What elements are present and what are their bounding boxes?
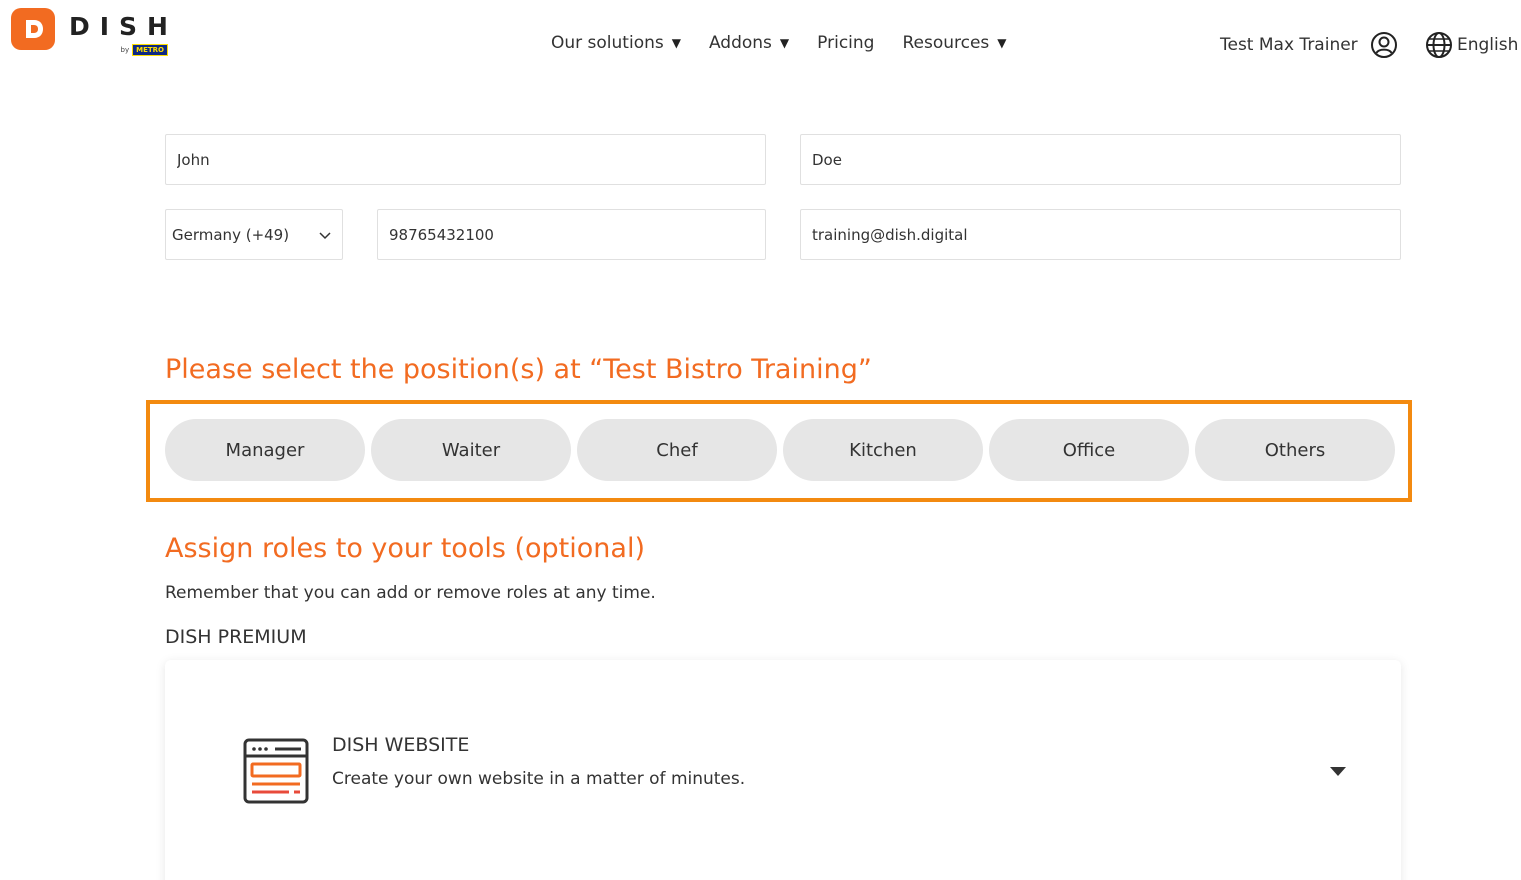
caret-down-icon: ▼ <box>997 36 1007 50</box>
nav-resources[interactable]: Resources ▼ <box>902 33 1006 53</box>
nav-addons[interactable]: Addons ▼ <box>709 33 789 53</box>
user-menu[interactable]: Test Max Trainer <box>1220 31 1398 59</box>
phone-field[interactable] <box>377 209 766 260</box>
main-nav: Our solutions ▼ Addons ▼ Pricing Resourc… <box>551 33 1035 53</box>
last-name-field[interactable] <box>800 134 1401 185</box>
dish-logo[interactable]: DISH by METRO <box>11 8 178 56</box>
nav-label: Addons <box>708 33 772 53</box>
roles-heading: Assign roles to your tools (optional) <box>165 533 645 564</box>
position-manager-button[interactable]: Manager <box>165 419 365 481</box>
email-field[interactable] <box>800 209 1401 260</box>
first-name-input[interactable] <box>177 150 765 169</box>
tool-card-title: DISH WEBSITE <box>332 734 470 756</box>
brand-name: DISH <box>69 12 178 41</box>
nav-pricing[interactable]: Pricing <box>817 33 874 53</box>
nav-our-solutions[interactable]: Our solutions ▼ <box>551 33 681 53</box>
first-name-field[interactable] <box>165 134 766 185</box>
user-name: Test Max Trainer <box>1220 35 1358 55</box>
position-waiter-button[interactable]: Waiter <box>371 419 571 481</box>
email-input[interactable] <box>812 225 1400 244</box>
chevron-down-icon <box>319 231 331 239</box>
metro-badge: METRO <box>132 44 168 56</box>
language-selector[interactable]: English <box>1425 31 1518 59</box>
country-code-select[interactable]: Germany (+49) <box>165 209 343 260</box>
caret-down-icon: ▼ <box>671 36 681 50</box>
expand-caret-icon[interactable] <box>1330 767 1346 776</box>
phone-input[interactable] <box>389 225 765 244</box>
user-circle-icon <box>1370 32 1397 58</box>
section-label: DISH PREMIUM <box>165 626 307 648</box>
nav-label: Resources <box>902 33 990 53</box>
website-icon <box>243 738 309 804</box>
dish-logo-icon <box>11 8 55 50</box>
language-label: English <box>1457 35 1519 55</box>
tool-card-dish-website[interactable]: DISH WEBSITE Create your own website in … <box>165 660 1401 880</box>
position-office-button[interactable]: Office <box>989 419 1189 481</box>
position-others-button[interactable]: Others <box>1195 419 1395 481</box>
positions-heading: Please select the position(s) at “Test B… <box>165 354 872 385</box>
country-code-value: Germany (+49) <box>172 225 290 244</box>
position-kitchen-button[interactable]: Kitchen <box>783 419 983 481</box>
nav-label: Pricing <box>817 33 875 53</box>
brand-by: by <box>120 46 130 54</box>
globe-icon <box>1426 32 1452 58</box>
roles-description: Remember that you can add or remove role… <box>165 583 656 603</box>
position-chef-button[interactable]: Chef <box>577 419 777 481</box>
tool-card-subtitle: Create your own website in a matter of m… <box>332 769 746 789</box>
caret-down-icon: ▼ <box>779 36 790 50</box>
nav-label: Our solutions <box>551 33 664 53</box>
last-name-input[interactable] <box>812 150 1400 169</box>
